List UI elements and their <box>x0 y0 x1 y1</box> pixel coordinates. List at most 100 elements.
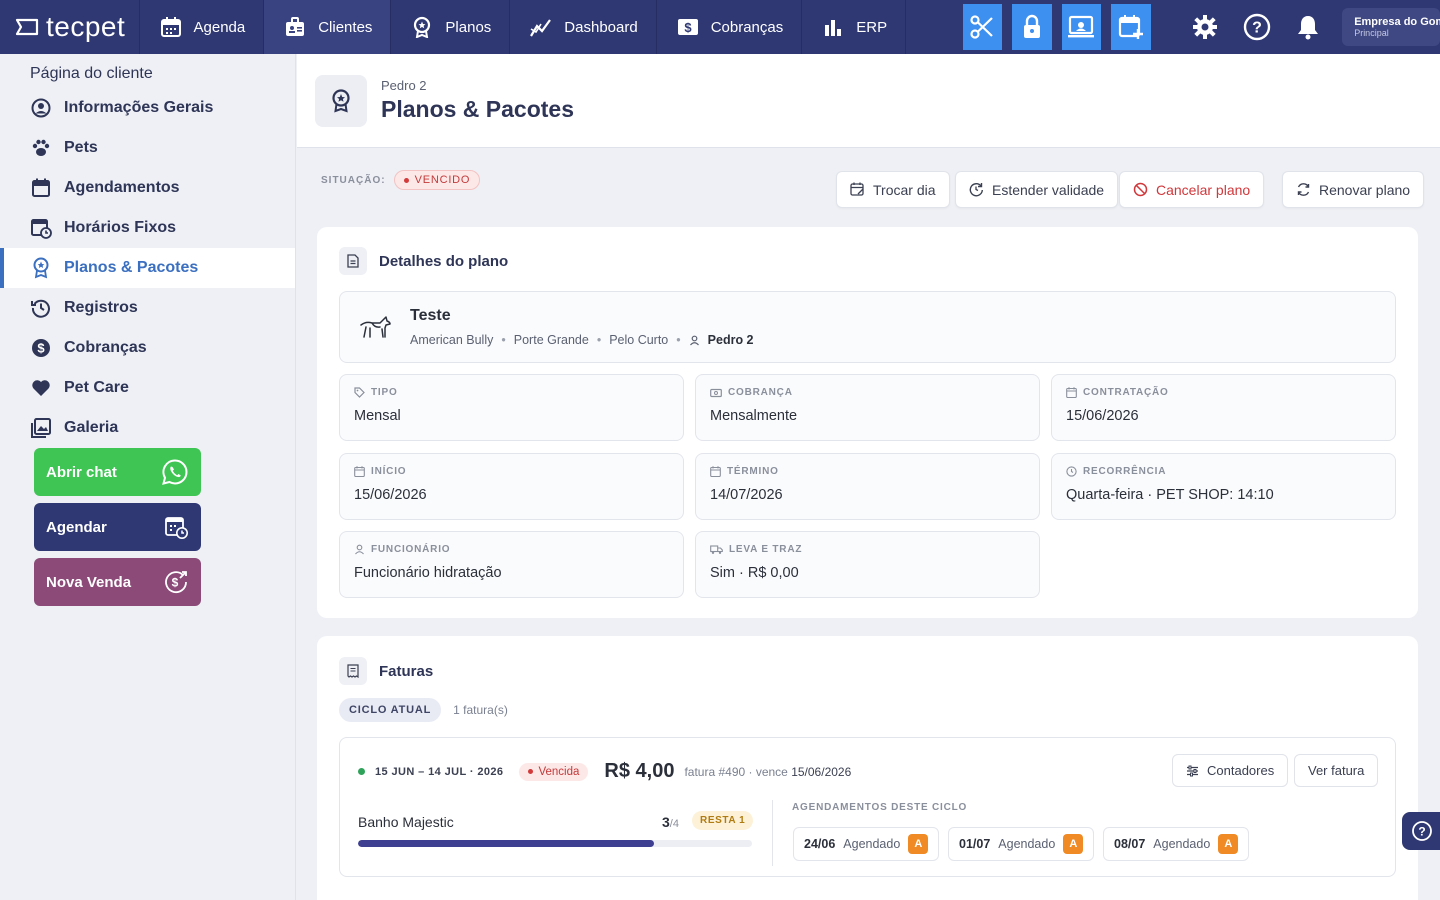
field-label: INÍCIO <box>354 466 669 477</box>
calendar-clock-icon <box>163 514 189 540</box>
nav-label: Clientes <box>318 18 373 36</box>
counters-button[interactable]: Contadores <box>1172 754 1289 787</box>
tool-lock[interactable] <box>1012 4 1052 50</box>
renew-plan-button[interactable]: Renovar plano <box>1282 171 1425 208</box>
label-text: LEVA E TRAZ <box>729 544 803 555</box>
sidebar-item-label: Pets <box>64 139 98 156</box>
sale-icon: $ <box>163 569 189 595</box>
refresh-clock-icon <box>969 182 984 197</box>
appointment-date: 08/07 <box>1114 837 1146 851</box>
nav-planos[interactable]: Planos <box>391 0 511 54</box>
card-header: Faturas <box>339 657 433 685</box>
sidebar-item-agendamentos[interactable]: Agendamentos <box>0 168 295 208</box>
cycle-tab[interactable]: CICLO ATUAL <box>339 698 442 722</box>
sidebar-item-galeria[interactable]: Galeria <box>0 408 295 448</box>
calendar-edit-icon <box>850 182 865 197</box>
new-sale-button[interactable]: Nova Venda $ <box>34 558 201 606</box>
help-button[interactable]: ? <box>1231 0 1283 54</box>
sidebar-item-label: Agendamentos <box>64 179 180 196</box>
nav-agenda[interactable]: Agenda <box>140 0 265 54</box>
view-invoice-button[interactable]: Ver fatura <box>1294 754 1379 787</box>
clients-icon <box>282 14 308 40</box>
dog-icon <box>358 313 392 341</box>
calendar-icon <box>158 14 184 40</box>
label-text: FUNCIONÁRIO <box>371 544 451 555</box>
tool-scissors[interactable] <box>962 4 1003 50</box>
nav-clientes[interactable]: Clientes <box>264 0 392 54</box>
sidebar-item-label: Registros <box>64 299 138 316</box>
award-icon <box>409 14 435 40</box>
settings-button[interactable] <box>1180 0 1232 54</box>
tool-calendar-add[interactable] <box>1111 4 1151 50</box>
help-icon: ? <box>1243 13 1271 41</box>
dollar-circle-icon: $ <box>30 337 52 359</box>
svg-text:?: ? <box>1252 20 1262 37</box>
sidebar-item-cobrancas[interactable]: $ Cobranças <box>0 328 295 368</box>
invoice-header: 15 JUN – 14 JUL · 2026 Vencida R$ 4,00 f… <box>358 760 851 783</box>
calendar-icon <box>710 466 721 477</box>
nav-erp[interactable]: ERP <box>802 0 907 54</box>
sidebar-item-informacoes[interactable]: Informações Gerais <box>0 88 295 128</box>
sidebar-item-horarios[interactable]: Horários Fixos <box>0 208 295 248</box>
button-label: Trocar dia <box>873 181 936 198</box>
change-day-button[interactable]: Trocar dia <box>836 171 950 208</box>
sidebar-item-pets[interactable]: Pets <box>0 128 295 168</box>
field-leva-traz: LEVA E TRAZ Sim · R$ 0,00 <box>695 531 1040 598</box>
tool-monitor[interactable] <box>1061 4 1102 50</box>
schedule-button[interactable]: Agendar <box>34 503 201 551</box>
svg-text:$: $ <box>172 576 179 590</box>
appointment-chip[interactable]: 08/07 Agendado A <box>1103 827 1250 861</box>
invoices-card: Faturas CICLO ATUAL 1 fatura(s) 15 JUN –… <box>317 636 1418 900</box>
appointment-chip[interactable]: 01/07 Agendado A <box>948 827 1095 861</box>
monitor-icon <box>1067 14 1095 40</box>
sliders-icon <box>1186 765 1199 777</box>
field-tipo: TIPO Mensal <box>339 374 684 441</box>
plan-details-card: Detalhes do plano Teste American Bully •… <box>317 227 1418 618</box>
schedule-label: AGENDAMENTOS DESTE CICLO <box>792 802 968 813</box>
nav-cobrancas[interactable]: $ Cobranças <box>657 0 803 54</box>
notifications-button[interactable] <box>1283 0 1335 54</box>
invoice-status: Vencida <box>538 765 580 778</box>
usage-progress-fill <box>358 840 654 847</box>
field-contratacao: CONTRATAÇÃO 15/06/2026 <box>1051 374 1396 441</box>
award-icon <box>315 74 367 127</box>
cancel-plan-button[interactable]: Cancelar plano <box>1119 171 1265 208</box>
calendar-clock-icon <box>30 217 52 239</box>
sidebar-item-petcare[interactable]: Pet Care <box>0 368 295 408</box>
remaining-badge: RESTA 1 <box>692 811 754 830</box>
calendar-add-icon <box>1118 14 1144 40</box>
appointment-chip[interactable]: 24/06 Agendado A <box>793 827 940 861</box>
button-label: Agendar <box>46 518 107 536</box>
button-label: Contadores <box>1207 763 1275 778</box>
field-value: Mensal <box>354 408 401 424</box>
usage-progress-bar <box>358 840 752 847</box>
label-text: INÍCIO <box>371 466 407 477</box>
pet-size: Porte Grande <box>513 333 589 347</box>
svg-text:$: $ <box>684 20 692 35</box>
nav-label: ERP <box>856 18 888 36</box>
status-dot <box>528 769 534 774</box>
page-header: Pedro 2 Planos & Pacotes <box>297 54 1440 148</box>
help-chat-button[interactable]: ? <box>1402 812 1440 850</box>
button-label: Renovar plano <box>1319 181 1411 198</box>
help-icon: ? <box>1411 820 1433 842</box>
sidebar-item-registros[interactable]: Registros <box>0 288 295 328</box>
nav-label: Dashboard <box>564 18 638 36</box>
extend-validity-button[interactable]: Estender validade <box>955 171 1119 208</box>
separator: • <box>596 333 602 347</box>
button-label: Cancelar plano <box>1156 181 1251 198</box>
sidebar-item-planos[interactable]: Planos & Pacotes <box>0 248 295 288</box>
field-value: 15/06/2026 <box>1066 408 1139 424</box>
divider <box>772 800 773 866</box>
nav-dashboard[interactable]: Dashboard <box>510 0 657 54</box>
open-chat-button[interactable]: Abrir chat <box>34 448 201 496</box>
company-selector[interactable]: Empresa do Gomes Principal <box>1342 8 1440 46</box>
appointment-tag: A <box>908 834 929 854</box>
sidebar-item-label: Galeria <box>64 419 119 436</box>
separator: • <box>676 333 681 347</box>
receipt-icon <box>339 657 367 685</box>
brand-logo[interactable]: tecpet <box>0 0 140 54</box>
pet-meta: American Bully • Porte Grande • Pelo Cur… <box>410 333 754 347</box>
service-name: Banho Majestic <box>358 814 454 830</box>
